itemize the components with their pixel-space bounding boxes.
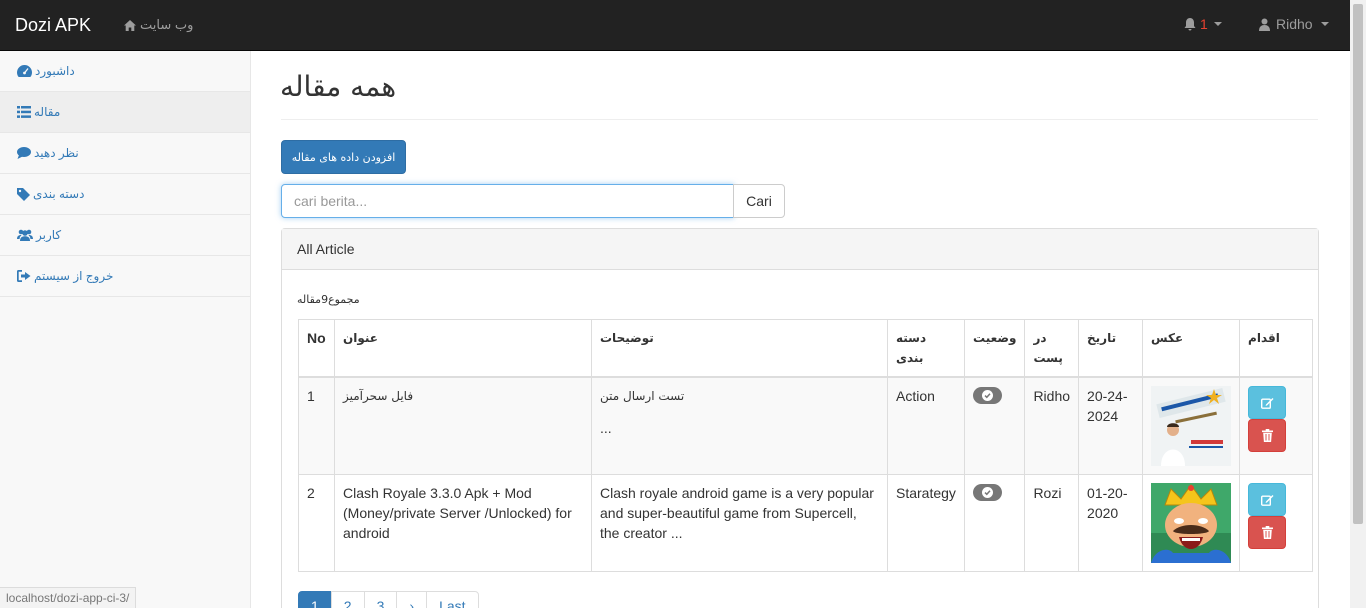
cell-date: 01-20-2020 [1078, 474, 1144, 572]
sidebar: داشبورد مقاله نظر دهید دسته بندی کاربر خ… [0, 51, 251, 608]
scrollbar-thumb[interactable] [1353, 4, 1363, 524]
sidebar-item-comments[interactable]: نظر دهید [0, 133, 250, 174]
column-header-status: وضعیت [963, 319, 1026, 378]
cell-description: تست ارسال متن ... [591, 376, 888, 475]
cell-title: فایل سحرآمیز [334, 376, 592, 475]
column-header-no: No [298, 319, 335, 378]
sign-out-icon [17, 270, 31, 282]
page-link-next[interactable]: › [396, 591, 428, 608]
table-row: 1 فایل سحرآمیز تست ارسال متن ... Action … [298, 376, 1314, 475]
trash-icon [1261, 429, 1273, 442]
panel-heading: All Article [282, 229, 1318, 270]
total-count: مجموع9مقاله [297, 293, 360, 306]
tag-icon [17, 187, 30, 201]
column-header-image: عکس [1142, 319, 1241, 378]
article-thumbnail[interactable] [1151, 483, 1232, 563]
comment-icon [17, 147, 31, 159]
check-circle-icon [982, 390, 993, 401]
page-link-2[interactable]: 2 [330, 591, 365, 608]
website-link-label: وب سایت [140, 17, 194, 32]
sidebar-item-label: مقاله [34, 105, 61, 119]
status-badge [973, 387, 1002, 404]
page-title: همه مقاله [280, 70, 397, 103]
cell-posted-by: Rozi [1024, 474, 1080, 572]
sidebar-item-label: نظر دهید [34, 146, 79, 160]
trash-icon [1261, 526, 1273, 539]
column-header-date: تاریخ [1078, 319, 1144, 378]
sidebar-item-label: دسته بندی [33, 187, 85, 201]
user-dropdown[interactable]: Ridho [1259, 16, 1329, 32]
column-header-posted-by: در پست [1024, 319, 1080, 378]
cell-posted-by: Ridho [1024, 376, 1080, 475]
sidebar-item-label: داشبورد [35, 64, 75, 78]
articles-table: No عنوان توضیحات دسته بندی وضعیت در پست … [298, 319, 1314, 572]
sidebar-item-articles[interactable]: مقاله [0, 92, 250, 133]
list-icon [17, 106, 31, 118]
cell-status [963, 376, 1026, 475]
edit-button[interactable] [1248, 483, 1287, 516]
page-link-last[interactable]: Last [426, 591, 479, 608]
pagination: 1 2 3 › Last [298, 591, 479, 608]
table-header-row: No عنوان توضیحات دسته بندی وضعیت در پست … [298, 319, 1314, 378]
cell-date: 20-24-2024 [1078, 376, 1144, 475]
search-button[interactable]: Cari [733, 184, 785, 218]
bell-icon [1184, 17, 1196, 30]
cell-category: Action [887, 376, 965, 475]
user-name: Ridho [1276, 16, 1313, 32]
brand-logo[interactable]: Dozi APK [15, 15, 91, 36]
sidebar-item-logout[interactable]: خروج از سیستم [0, 256, 250, 297]
delete-button[interactable] [1248, 419, 1287, 452]
chevron-down-icon [1320, 22, 1329, 26]
table-row: 2 Clash Royale 3.3.0 Apk + Mod (Money/pr… [298, 474, 1314, 572]
notification-count: 1 [1200, 16, 1208, 32]
sidebar-item-label: خروج از سیستم [34, 269, 114, 283]
page-link-1[interactable]: 1 [298, 591, 332, 608]
cell-image [1142, 474, 1241, 572]
cell-actions [1239, 474, 1314, 572]
column-header-title: عنوان [334, 319, 592, 378]
cell-category: Starategy [887, 474, 965, 572]
edit-icon [1260, 397, 1274, 409]
page-link-3[interactable]: 3 [363, 591, 398, 608]
home-icon [124, 19, 136, 31]
cell-no: 2 [298, 474, 335, 572]
top-navbar: Dozi APK وب سایت 1 Ridho [0, 0, 1350, 51]
description-ellipsis: ... [600, 420, 612, 436]
cell-image [1142, 376, 1241, 475]
sidebar-item-label: کاربر [36, 228, 62, 242]
users-icon [17, 229, 33, 241]
cell-status [963, 474, 1026, 572]
sidebar-item-categories[interactable]: دسته بندی [0, 174, 250, 215]
status-badge [973, 484, 1002, 501]
description-line: تست ارسال متن [600, 389, 685, 403]
column-header-action: اقدام [1239, 319, 1314, 378]
delete-button[interactable] [1248, 516, 1287, 549]
notification-dropdown[interactable]: 1 [1184, 16, 1222, 32]
title-divider [281, 119, 1318, 120]
website-link[interactable]: وب سایت [124, 17, 193, 33]
column-header-category: دسته بندی [887, 319, 965, 378]
column-header-description: توضیحات [591, 319, 888, 378]
edit-button[interactable] [1248, 386, 1287, 419]
sidebar-item-users[interactable]: کاربر [0, 215, 250, 256]
cell-actions [1239, 376, 1314, 475]
cell-no: 1 [298, 376, 335, 475]
articles-panel: All Article مجموع9مقاله No عنوان توضیحات… [281, 228, 1319, 608]
page-scrollbar[interactable] [1350, 0, 1366, 608]
dashboard-icon [17, 65, 32, 77]
chevron-down-icon [1213, 22, 1222, 26]
search-input[interactable] [281, 184, 734, 218]
cell-title: Clash Royale 3.3.0 Apk + Mod (Money/priv… [334, 474, 592, 572]
article-thumbnail[interactable] [1151, 386, 1232, 466]
status-bar-url: localhost/dozi-app-ci-3/ [0, 587, 137, 608]
user-icon [1259, 18, 1270, 31]
add-article-button[interactable]: افزودن داده های مقاله [281, 140, 406, 174]
check-circle-icon [982, 487, 993, 498]
edit-icon [1260, 494, 1274, 506]
cell-description: Clash royale android game is a very popu… [591, 474, 888, 572]
sidebar-item-dashboard[interactable]: داشبورد [0, 51, 250, 92]
